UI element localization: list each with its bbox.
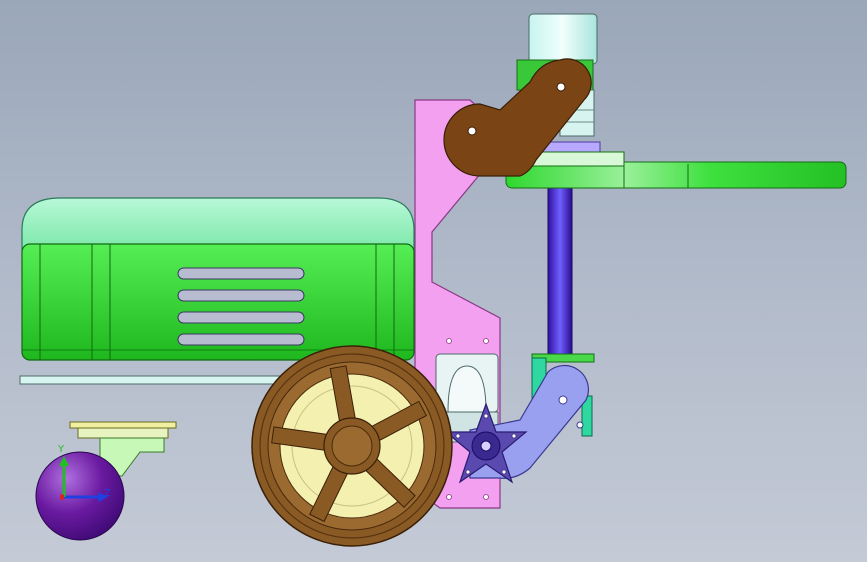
triad-z-label: Z (104, 488, 111, 499)
lower-arm-pivot-2 (576, 421, 584, 429)
drive-wheel[interactable] (251, 345, 453, 547)
triad-y-label: Y (57, 444, 65, 455)
lower-arm-pivot (558, 395, 568, 405)
arm-pivot-lower (467, 126, 477, 136)
top-tray[interactable] (505, 151, 847, 189)
cad-viewport[interactable]: Y Z (0, 0, 867, 562)
base-plate (19, 375, 285, 385)
arm-pivot-upper (556, 82, 566, 92)
